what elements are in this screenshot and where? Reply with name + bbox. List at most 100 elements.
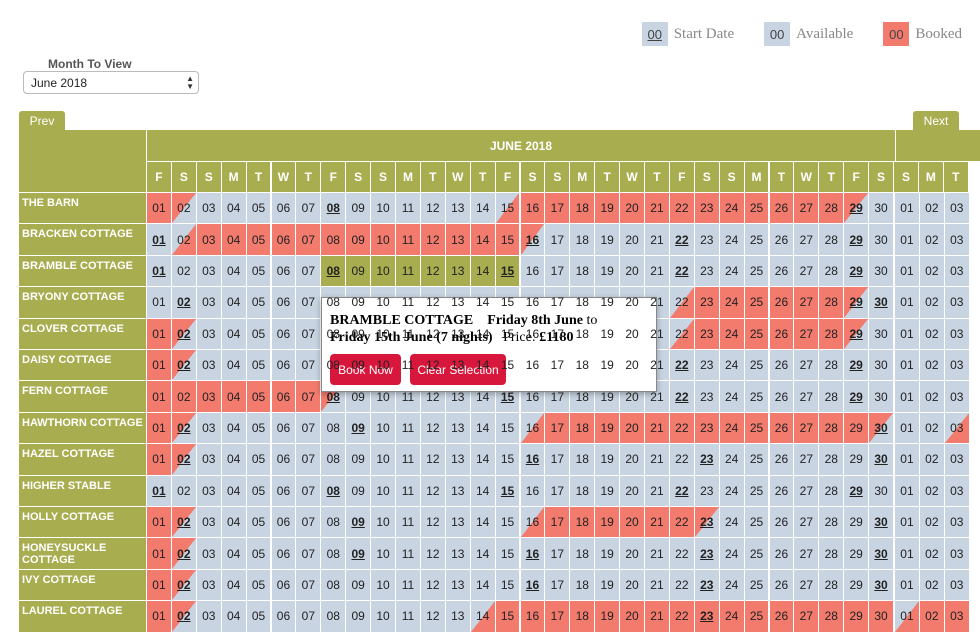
day-cell[interactable]: 20 — [619, 223, 644, 255]
day-cell[interactable]: 09 — [345, 223, 371, 255]
day-cell[interactable]: 14 — [469, 192, 495, 224]
day-cell[interactable]: 09 — [345, 254, 371, 287]
day-cell[interactable]: 02 — [170, 286, 196, 318]
day-cell[interactable]: 28 — [818, 192, 844, 224]
day-cell[interactable]: 05 — [245, 537, 271, 569]
day-cell[interactable]: 12 — [419, 568, 445, 601]
day-cell[interactable]: 28 — [818, 223, 844, 255]
day-cell[interactable]: 24 — [718, 474, 744, 506]
cottage-name[interactable]: HONEYSUCKLE COTTAGE — [19, 537, 146, 569]
day-cell[interactable]: 29 — [843, 506, 869, 538]
day-cell[interactable]: 29 — [843, 568, 869, 601]
day-cell[interactable]: 19 — [594, 192, 620, 224]
day-cell[interactable]: 30 — [868, 443, 893, 475]
day-cell[interactable]: 04 — [220, 349, 246, 381]
day-cell[interactable]: 23 — [693, 286, 719, 318]
day-cell[interactable]: 25 — [743, 192, 769, 224]
day-cell[interactable]: 11 — [395, 254, 420, 287]
next-button[interactable]: Next — [913, 111, 959, 130]
day-cell[interactable]: 25 — [743, 254, 769, 287]
day-cell[interactable]: 08 — [320, 506, 346, 538]
day-cell[interactable]: 18 — [569, 254, 595, 287]
day-cell-next-month[interactable]: 01 — [894, 443, 919, 475]
cottage-name[interactable]: FERN COTTAGE — [19, 380, 146, 412]
day-cell[interactable]: 13 — [444, 443, 470, 475]
day-cell[interactable]: 30 — [868, 506, 893, 538]
cottage-name[interactable]: BRAMBLE COTTAGE — [19, 254, 146, 287]
day-cell[interactable]: 17 — [544, 254, 570, 287]
day-cell[interactable]: 02 — [170, 537, 196, 569]
day-cell[interactable]: 07 — [295, 254, 321, 287]
day-cell[interactable]: 20 — [619, 537, 644, 569]
day-cell[interactable]: 22 — [668, 443, 694, 475]
day-cell[interactable]: 26 — [768, 286, 794, 318]
cottage-name[interactable]: BRACKEN COTTAGE — [19, 223, 146, 255]
day-cell[interactable]: 03 — [195, 192, 221, 224]
day-cell[interactable]: 01 — [146, 600, 171, 632]
day-cell[interactable]: 12 — [419, 537, 445, 569]
day-cell[interactable]: 07 — [295, 380, 321, 412]
day-cell[interactable]: 04 — [220, 254, 246, 287]
day-cell[interactable]: 02 — [170, 600, 196, 632]
day-cell[interactable]: 25 — [743, 223, 769, 255]
day-cell[interactable]: 26 — [768, 192, 794, 224]
day-cell[interactable]: 05 — [245, 192, 271, 224]
day-cell-next-month[interactable]: 02 — [918, 349, 944, 381]
day-cell[interactable]: 01 — [146, 286, 171, 318]
day-cell[interactable]: 30 — [868, 349, 893, 381]
day-cell[interactable]: 25 — [743, 380, 769, 412]
day-cell[interactable]: 29 — [843, 254, 869, 287]
day-cell[interactable]: 26 — [768, 568, 794, 601]
day-cell[interactable]: 14 — [469, 411, 495, 444]
day-cell[interactable]: 18 — [569, 443, 595, 475]
day-cell[interactable]: 03 — [195, 223, 221, 255]
day-cell[interactable]: 06 — [270, 317, 296, 349]
day-cell[interactable]: 01 — [146, 380, 171, 412]
cottage-name[interactable]: THE BARN — [19, 192, 146, 224]
day-cell[interactable]: 06 — [270, 443, 296, 475]
cottage-name[interactable]: LAUREL COTTAGE — [19, 600, 146, 632]
day-cell[interactable]: 15 — [494, 411, 520, 444]
day-cell-next-month[interactable]: 02 — [918, 380, 944, 412]
day-cell[interactable]: 30 — [868, 474, 893, 506]
day-cell[interactable]: 30 — [868, 223, 893, 255]
day-cell[interactable]: 28 — [818, 443, 844, 475]
day-cell[interactable]: 26 — [768, 537, 794, 569]
day-cell[interactable]: 19 — [594, 254, 620, 287]
day-cell[interactable]: 22 — [668, 286, 694, 318]
day-cell[interactable]: 30 — [868, 317, 893, 349]
day-cell-next-month[interactable]: 03 — [943, 568, 969, 601]
day-cell[interactable]: 05 — [245, 443, 271, 475]
day-cell[interactable]: 09 — [345, 506, 371, 538]
day-cell[interactable]: 07 — [295, 474, 321, 506]
day-cell[interactable]: 01 — [146, 506, 171, 538]
day-cell[interactable]: 22 — [668, 568, 694, 601]
day-cell-next-month[interactable]: 03 — [943, 223, 969, 255]
day-cell[interactable]: 19 — [594, 600, 620, 632]
day-cell[interactable]: 18 — [569, 506, 595, 538]
day-cell[interactable]: 25 — [743, 411, 769, 444]
day-cell[interactable]: 03 — [195, 380, 221, 412]
day-cell[interactable]: 13 — [444, 568, 470, 601]
day-cell[interactable]: 29 — [843, 411, 869, 444]
day-cell[interactable]: 27 — [793, 286, 819, 318]
cottage-name[interactable]: CLOVER COTTAGE — [19, 317, 146, 349]
day-cell[interactable]: 16 — [519, 537, 545, 569]
day-cell[interactable]: 29 — [843, 380, 869, 412]
day-cell[interactable]: 06 — [270, 286, 296, 318]
day-cell[interactable]: 01 — [146, 474, 171, 506]
day-cell[interactable]: 27 — [793, 600, 819, 632]
day-cell[interactable]: 11 — [395, 411, 420, 444]
day-cell[interactable]: 10 — [370, 506, 395, 538]
day-cell[interactable]: 17 — [544, 443, 570, 475]
day-cell[interactable]: 15 — [494, 254, 520, 287]
day-cell[interactable]: 28 — [818, 349, 844, 381]
day-cell[interactable]: 19 — [594, 474, 620, 506]
day-cell[interactable]: 15 — [494, 192, 520, 224]
day-cell[interactable]: 06 — [270, 349, 296, 381]
day-cell-next-month[interactable]: 02 — [918, 600, 944, 632]
day-cell[interactable]: 01 — [146, 537, 171, 569]
day-cell[interactable]: 28 — [818, 568, 844, 601]
day-cell[interactable]: 20 — [619, 411, 644, 444]
day-cell[interactable]: 04 — [220, 443, 246, 475]
